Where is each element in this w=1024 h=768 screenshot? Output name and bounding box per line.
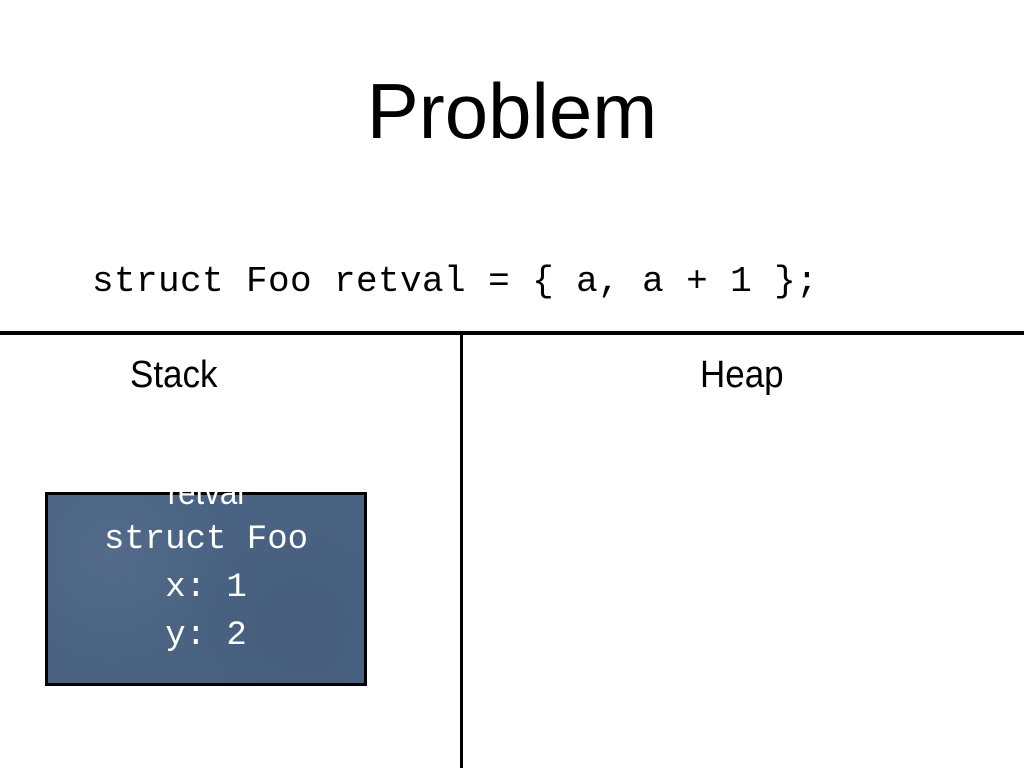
variable-type: struct Foo — [103, 521, 309, 559]
horizontal-divider — [0, 331, 1024, 335]
code-statement: struct Foo retval = { a, a + 1 }; — [92, 261, 819, 302]
slide-title: Problem — [366, 67, 658, 155]
heap-label: Heap — [700, 354, 784, 396]
vertical-divider — [460, 335, 463, 768]
field-x: x: 1 — [165, 569, 247, 607]
stack-label: Stack — [130, 354, 218, 396]
field-y: y: 2 — [165, 617, 247, 655]
variable-name: retval — [167, 474, 245, 512]
